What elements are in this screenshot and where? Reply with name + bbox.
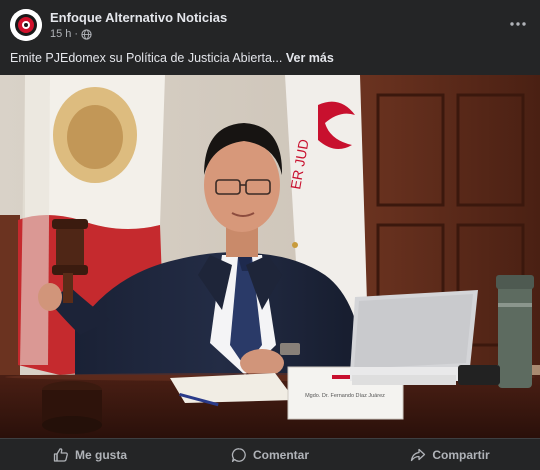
share-icon <box>411 448 426 461</box>
caption-text: Emite PJEdomex su Política de Justicia A… <box>10 51 283 65</box>
comment-icon <box>231 447 246 462</box>
share-label: Compartir <box>432 447 490 462</box>
feed-post: Enfoque Alternativo Noticias 15 h · Emit… <box>0 0 540 470</box>
like-button[interactable]: Me gusta <box>0 439 180 470</box>
page-name[interactable]: Enfoque Alternativo Noticias <box>50 10 227 25</box>
post-photo[interactable]: ER JUD Mgdo. Dr. Fernando Díaz Juárez <box>0 75 540 438</box>
post-timestamp[interactable]: 15 h <box>50 28 71 40</box>
like-icon <box>53 447 68 462</box>
page-avatar[interactable] <box>10 9 42 41</box>
post-header: Enfoque Alternativo Noticias 15 h · <box>0 0 540 46</box>
comment-button[interactable]: Comentar <box>180 439 360 470</box>
share-button[interactable]: Compartir <box>360 439 540 470</box>
logo-icon <box>10 9 42 41</box>
more-horizontal-icon <box>510 22 526 26</box>
comment-label: Comentar <box>252 447 309 462</box>
post-caption: Emite PJEdomex su Política de Justicia A… <box>10 51 334 65</box>
more-options-button[interactable] <box>506 12 530 36</box>
nameplate-text: Mgdo. Dr. Fernando Díaz Juárez <box>305 393 385 399</box>
post-actions-bar: Me gusta Comentar Compartir <box>0 438 540 470</box>
like-label: Me gusta <box>74 447 127 462</box>
photo-image: ER JUD Mgdo. Dr. Fernando Díaz Juárez <box>0 75 540 438</box>
post-meta: 15 h · <box>50 28 92 40</box>
meta-separator: · <box>74 28 79 40</box>
see-more-link[interactable]: Ver más <box>286 51 334 65</box>
globe-icon[interactable] <box>81 28 92 40</box>
